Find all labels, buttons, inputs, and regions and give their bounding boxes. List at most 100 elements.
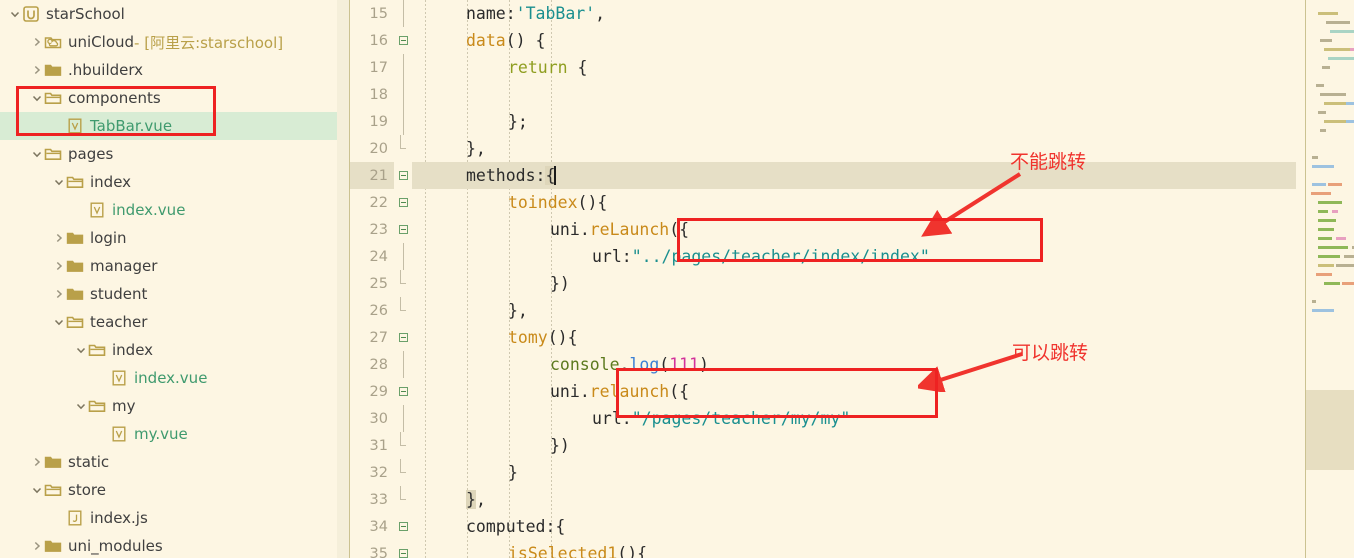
code-line[interactable]: 28 console.log(111) — [350, 351, 1296, 378]
code-text[interactable]: url:"/pages/teacher/my/my" — [412, 405, 1296, 432]
fold-collapse-icon[interactable] — [394, 378, 412, 405]
code-text[interactable]: name:'TabBar', — [412, 0, 1296, 27]
project-file-tree[interactable]: starSchool uniCloud - [阿里云:starschool] .hb… — [0, 0, 350, 558]
code-text[interactable] — [412, 81, 1296, 108]
code-line[interactable]: 17 return { — [350, 54, 1296, 81]
code-text[interactable]: } — [412, 459, 1296, 486]
fold-collapse-icon[interactable] — [394, 513, 412, 540]
fold-collapse-icon[interactable] — [394, 324, 412, 351]
code-line[interactable]: 32} — [350, 459, 1296, 486]
code-line[interactable]: 23 uni.reLaunch({ — [350, 216, 1296, 243]
code-text[interactable]: }, — [412, 297, 1296, 324]
tree-item-components[interactable]: components — [0, 84, 350, 112]
tree-item-static[interactable]: static — [0, 448, 350, 476]
code-line[interactable]: 21 methods:{ — [350, 162, 1296, 189]
minimap-line — [1316, 84, 1324, 87]
code-text[interactable]: }) — [412, 270, 1296, 297]
code-token: "/pages/teacher/my/my" — [631, 409, 851, 428]
tree-item-index-vue[interactable]: index.vue — [0, 196, 350, 224]
code-text[interactable]: }, — [412, 135, 1296, 162]
tree-item-student[interactable]: student — [0, 280, 350, 308]
code-text[interactable]: data() { — [412, 27, 1296, 54]
chevron-down-icon[interactable] — [52, 175, 66, 189]
code-line[interactable]: 19}; — [350, 108, 1296, 135]
chevron-right-icon[interactable] — [30, 35, 44, 49]
code-line[interactable]: 31}) — [350, 432, 1296, 459]
tree-item-uni-modules[interactable]: uni_modules — [0, 532, 350, 558]
code-text[interactable]: }; — [412, 108, 1296, 135]
code-line[interactable]: 35 isSelected1(){ — [350, 540, 1296, 558]
code-line[interactable]: 27 tomy(){ — [350, 324, 1296, 351]
chevron-right-icon[interactable] — [30, 63, 44, 77]
project-explorer-panel[interactable]: starSchool uniCloud - [阿里云:starschool] .hb… — [0, 0, 350, 558]
code-token: uni — [550, 220, 580, 239]
code-line[interactable]: 20}, — [350, 135, 1296, 162]
tree-item-store[interactable]: store — [0, 476, 350, 504]
minimap-viewport-thumb[interactable] — [1306, 390, 1354, 470]
code-line[interactable]: 22 toindex(){ — [350, 189, 1296, 216]
code-text[interactable]: tomy(){ — [412, 324, 1296, 351]
chevron-right-icon[interactable] — [52, 259, 66, 273]
code-line[interactable]: 34 computed:{ — [350, 513, 1296, 540]
tree-item-manager[interactable]: manager — [0, 252, 350, 280]
tree-item-index-js[interactable]: index.js — [0, 504, 350, 532]
tree-item-label: my.vue — [134, 425, 188, 443]
code-text[interactable]: toindex(){ — [412, 189, 1296, 216]
fold-collapse-icon[interactable] — [394, 27, 412, 54]
chevron-down-icon[interactable] — [74, 399, 88, 413]
fold-collapse-icon[interactable] — [394, 216, 412, 243]
chevron-right-icon[interactable] — [30, 455, 44, 469]
fold-collapse-icon[interactable] — [394, 162, 412, 189]
code-line[interactable]: 33}, — [350, 486, 1296, 513]
chevron-right-icon[interactable] — [30, 539, 44, 553]
code-text[interactable]: }, — [412, 486, 1296, 513]
code-line[interactable]: 30 url:"/pages/teacher/my/my" — [350, 405, 1296, 432]
code-lines-container[interactable]: 15 name:'TabBar', 16 data() {17 return {18 19… — [350, 0, 1296, 558]
code-text[interactable]: return { — [412, 54, 1296, 81]
code-line[interactable]: 15 name:'TabBar', — [350, 0, 1296, 27]
code-text[interactable]: isSelected1(){ — [412, 540, 1296, 558]
sidebar-scrollbar[interactable] — [337, 0, 350, 558]
code-text[interactable]: uni.reLaunch({ — [412, 216, 1296, 243]
code-text[interactable]: console.log(111) — [412, 351, 1296, 378]
chevron-down-icon[interactable] — [8, 7, 22, 21]
code-line[interactable]: 26}, — [350, 297, 1296, 324]
code-line[interactable]: 24 url:"../pages/teacher/index/index" — [350, 243, 1296, 270]
fold-collapse-icon[interactable] — [394, 189, 412, 216]
chevron-down-icon[interactable] — [30, 91, 44, 105]
tree-item-index-vue[interactable]: index.vue — [0, 364, 350, 392]
tree-item-starschool[interactable]: starSchool — [0, 0, 350, 28]
code-text[interactable]: uni.relaunch({ — [412, 378, 1296, 405]
tree-item-my[interactable]: my — [0, 392, 350, 420]
code-line[interactable]: 18 — [350, 81, 1296, 108]
tree-item-teacher[interactable]: teacher — [0, 308, 350, 336]
code-lines[interactable]: 15 name:'TabBar', 16 data() {17 return {18 19… — [350, 0, 1296, 558]
code-text[interactable]: methods:{ — [412, 162, 1296, 189]
editor-minimap[interactable] — [1305, 0, 1354, 558]
chevron-right-icon[interactable] — [52, 231, 66, 245]
tree-item--hbuilderx[interactable]: .hbuilderx — [0, 56, 350, 84]
code-text[interactable]: }) — [412, 432, 1296, 459]
fold-guide-line — [394, 54, 412, 81]
code-text[interactable]: url:"../pages/teacher/index/index" — [412, 243, 1296, 270]
chevron-right-icon[interactable] — [52, 287, 66, 301]
chevron-down-icon[interactable] — [52, 315, 66, 329]
tree-item-my-vue[interactable]: my.vue — [0, 420, 350, 448]
chevron-down-icon[interactable] — [30, 483, 44, 497]
tree-item-index[interactable]: index — [0, 336, 350, 364]
code-token: url: — [592, 409, 632, 428]
code-text[interactable]: computed:{ — [412, 513, 1296, 540]
fold-collapse-icon[interactable] — [394, 540, 412, 558]
code-editor-panel[interactable]: 15 name:'TabBar', 16 data() {17 return {18 19… — [350, 0, 1354, 558]
code-line[interactable]: 16 data() { — [350, 27, 1296, 54]
chevron-down-icon[interactable] — [30, 147, 44, 161]
code-line[interactable]: 29 uni.relaunch({ — [350, 378, 1296, 405]
tree-item-index[interactable]: index — [0, 168, 350, 196]
tree-item-login[interactable]: login — [0, 224, 350, 252]
code-line[interactable]: 25}) — [350, 270, 1296, 297]
tree-item-tabbar-vue[interactable]: TabBar.vue — [0, 112, 350, 140]
line-number: 35 — [369, 545, 388, 558]
tree-item-unicloud[interactable]: uniCloud - [阿里云:starschool] — [0, 28, 350, 56]
tree-item-pages[interactable]: pages — [0, 140, 350, 168]
chevron-down-icon[interactable] — [74, 343, 88, 357]
